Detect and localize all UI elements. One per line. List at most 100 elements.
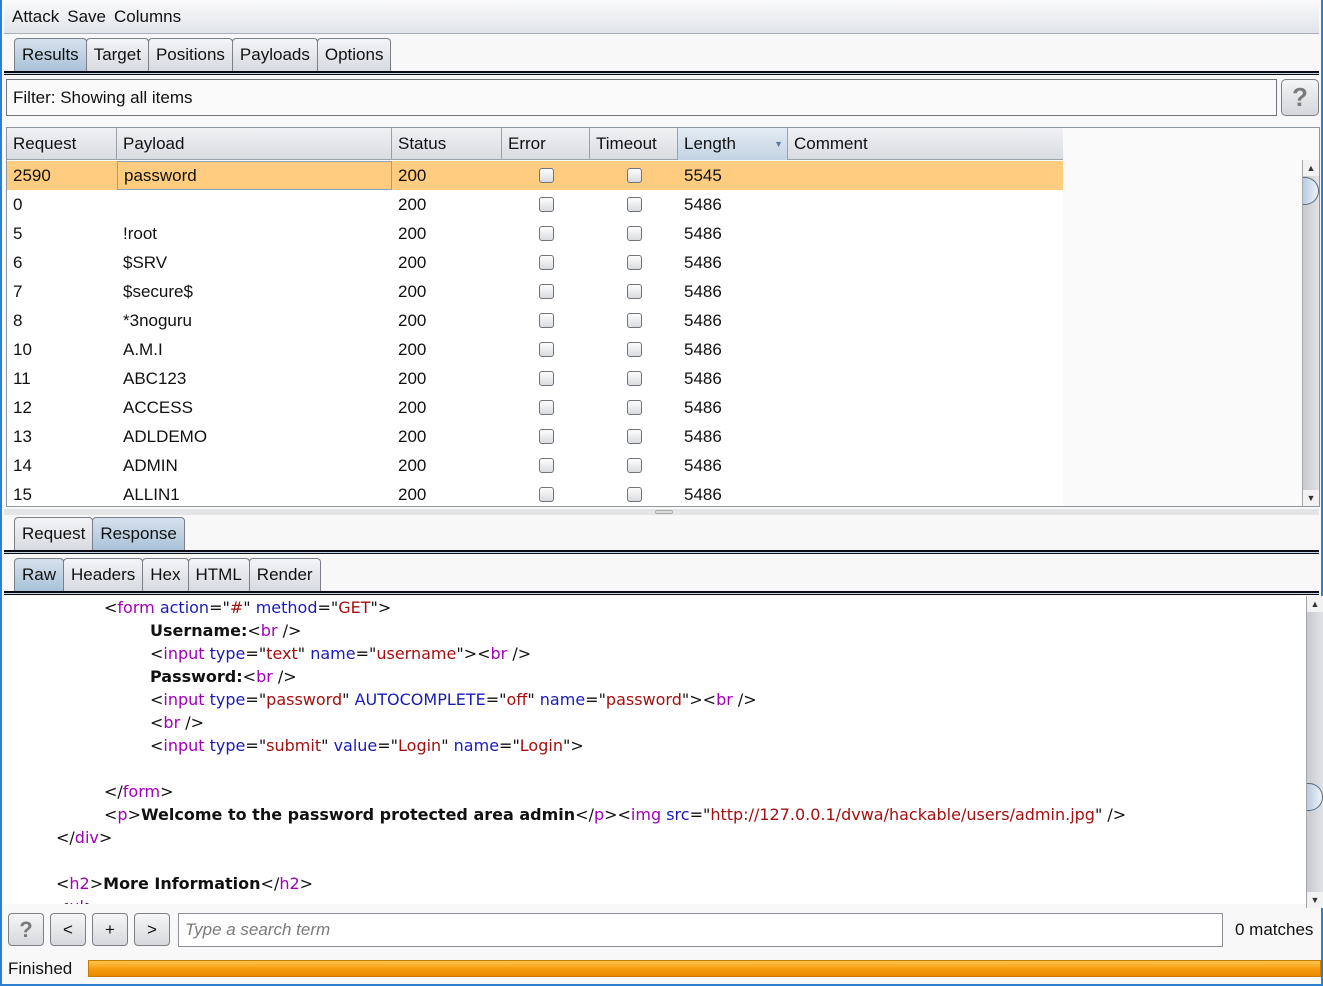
code-token: input [163,690,205,709]
timeout-checkbox[interactable] [626,487,642,502]
column-error[interactable]: Error [502,128,590,160]
table-row[interactable]: 5 !root 200 5486 [7,219,1063,248]
search-previous-button[interactable]: < [50,913,86,946]
filter-bar[interactable]: Filter: Showing all items [6,79,1277,116]
view-tabs: Raw Headers Hex HTML Render [4,558,1319,591]
cell-status: 200 [398,484,427,504]
error-checkbox[interactable] [538,284,554,299]
table-row[interactable]: 10 A.M.I 200 5486 [7,335,1063,364]
tab-options[interactable]: Options [316,38,392,71]
table-row[interactable]: 11 ABC123 200 5486 [7,364,1063,393]
table-row[interactable]: 13 ADLDEMO 200 5486 [7,422,1063,451]
code-token: input [163,736,205,755]
timeout-checkbox[interactable] [626,342,642,357]
tab-request[interactable]: Request [14,517,94,550]
scroll-thumb[interactable] [1303,177,1319,205]
error-checkbox[interactable] [538,458,554,473]
column-status[interactable]: Status [392,128,502,160]
cell-length: 5486 [684,223,722,243]
menu-columns[interactable]: Columns [114,7,181,27]
search-next-button[interactable]: > [134,913,170,946]
filter-help-button[interactable]: ? [1281,79,1319,116]
timeout-checkbox[interactable] [626,197,642,212]
tab-raw[interactable]: Raw [14,558,65,591]
error-checkbox[interactable] [538,487,554,502]
table-row[interactable]: 8 *3noguru 200 5486 [7,306,1063,335]
timeout-checkbox[interactable] [626,255,642,270]
timeout-checkbox[interactable] [626,168,642,183]
table-row[interactable]: 15 ALLIN1 200 5486 [7,480,1063,506]
column-length[interactable]: Length ▼ [678,128,788,160]
column-timeout[interactable]: Timeout [590,128,678,160]
search-add-button[interactable]: + [92,913,128,946]
table-scrollbar[interactable]: ▲ ▼ [1302,160,1319,506]
search-input[interactable]: Type a search term [178,913,1223,947]
cell-timeout [590,480,678,506]
cell-payload: $SRV [123,252,168,272]
pane-splitter[interactable] [4,509,1319,515]
table-row[interactable]: 2590 password 200 5545 [7,161,1063,190]
cell-timeout [590,306,678,335]
cell-request: 5 [13,223,23,243]
scroll-thumb[interactable] [1307,783,1323,811]
code-token: </ [104,782,123,801]
cell-error [502,190,590,219]
timeout-checkbox[interactable] [626,429,642,444]
error-checkbox[interactable] [538,371,554,386]
tab-payloads[interactable]: Payloads [231,38,318,71]
tab-target[interactable]: Target [85,38,149,71]
response-raw-view[interactable]: <form action="#" method="GET"> Username:<… [4,596,1306,904]
table-row[interactable]: 6 $SRV 200 5486 [7,248,1063,277]
timeout-checkbox[interactable] [626,284,642,299]
scroll-up-icon[interactable]: ▲ [1303,160,1319,176]
cell-error [502,422,590,451]
tab-positions[interactable]: Positions [147,38,233,71]
tab-results[interactable]: Results [14,38,87,71]
error-checkbox[interactable] [538,197,554,212]
search-help-button[interactable]: ? [8,913,44,946]
code-token: =" [585,690,606,709]
tab-response[interactable]: Response [92,517,185,550]
error-checkbox[interactable] [538,342,554,357]
code-token: =" [245,690,267,709]
error-checkbox[interactable] [538,429,554,444]
cell-comment [788,248,1063,277]
error-checkbox[interactable] [538,313,554,328]
error-checkbox[interactable] [538,255,554,270]
timeout-checkbox[interactable] [626,313,642,328]
column-request[interactable]: Request [7,128,117,160]
column-comment[interactable]: Comment [788,128,1063,160]
table-row[interactable]: 7 $secure$ 200 5486 [7,277,1063,306]
code-token: >< [604,805,631,824]
scroll-down-icon[interactable]: ▼ [1303,490,1319,506]
error-checkbox[interactable] [538,226,554,241]
tab-render[interactable]: Render [248,558,321,591]
filter-text: Filter: Showing all items [13,87,193,107]
table-body: 2590 password 200 5545 0 200 5486 5 !root 200 5486… [7,161,1063,506]
timeout-checkbox[interactable] [626,458,642,473]
menu-attack[interactable]: Attack [12,7,59,27]
error-checkbox[interactable] [538,400,554,415]
code-token: off [506,690,528,709]
code-token: AUTOCOMPLETE [354,690,486,709]
code-token: ">< [456,644,491,663]
table-row[interactable]: 0 200 5486 [7,190,1063,219]
menu-save[interactable]: Save [67,7,106,27]
search-placeholder: Type a search term [185,920,331,939]
error-checkbox[interactable] [538,168,554,183]
column-payload[interactable]: Payload [117,128,392,160]
timeout-checkbox[interactable] [626,226,642,241]
splitter-grip[interactable] [655,510,673,514]
tab-html[interactable]: HTML [187,558,250,591]
tab-hex[interactable]: Hex [142,558,189,591]
cell-timeout [590,161,678,190]
table-row[interactable]: 14 ADMIN 200 5486 [7,451,1063,480]
scroll-up-icon[interactable]: ▲ [1307,596,1323,612]
table-row[interactable]: 12 ACCESS 200 5486 [7,393,1063,422]
code-token: value [333,736,378,755]
tab-headers[interactable]: Headers [63,558,144,591]
scroll-down-icon[interactable]: ▼ [1307,892,1323,908]
timeout-checkbox[interactable] [626,371,642,386]
timeout-checkbox[interactable] [626,400,642,415]
response-scrollbar[interactable]: ▲ ▼ [1306,596,1323,908]
